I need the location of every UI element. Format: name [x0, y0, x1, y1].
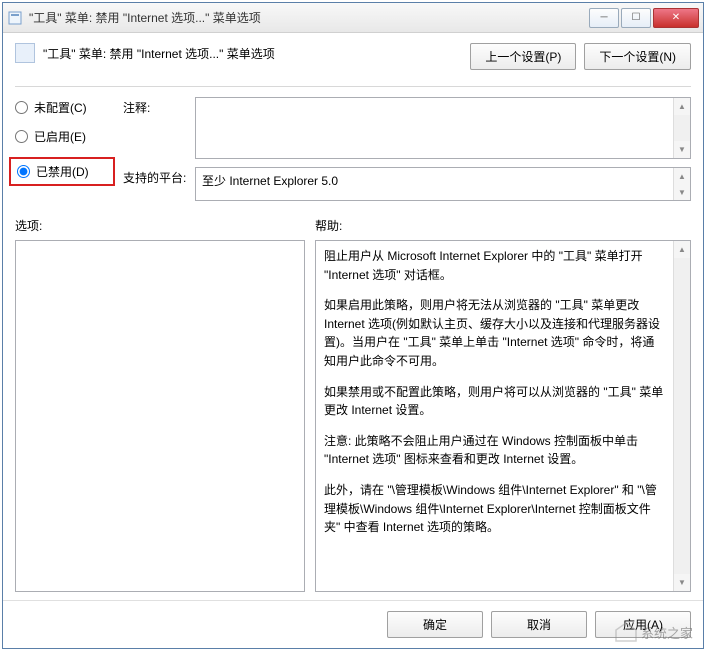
help-panel-col: 帮助: 阻止用户从 Microsoft Internet Explorer 中的…	[315, 217, 691, 592]
help-panel: 阻止用户从 Microsoft Internet Explorer 中的 "工具…	[315, 240, 691, 592]
lower-area: 选项: 帮助: 阻止用户从 Microsoft Internet Explore…	[15, 217, 691, 592]
close-button[interactable]: ✕	[653, 8, 699, 28]
scroll-down-icon[interactable]: ▼	[674, 141, 690, 158]
radio-disabled-label: 已禁用(D)	[36, 163, 89, 180]
help-label: 帮助:	[315, 217, 691, 234]
options-panel	[15, 240, 305, 592]
window-title: "工具" 菜单: 禁用 "Internet 选项..." 菜单选项	[29, 9, 587, 26]
radio-enabled-label: 已启用(E)	[34, 128, 86, 145]
scroll-down-icon[interactable]: ▼	[674, 574, 690, 591]
help-content: 阻止用户从 Microsoft Internet Explorer 中的 "工具…	[316, 241, 673, 591]
titlebar: "工具" 菜单: 禁用 "Internet 选项..." 菜单选项 ─ ☐ ✕	[3, 3, 703, 33]
radio-enabled-input[interactable]	[15, 130, 28, 143]
prev-setting-button[interactable]: 上一个设置(P)	[470, 43, 576, 70]
dialog-window: "工具" 菜单: 禁用 "Internet 选项..." 菜单选项 ─ ☐ ✕ …	[2, 2, 704, 649]
fields-column: 注释: ▲ ▼ 支持的平台: 至少 Internet Explorer 5.0	[123, 97, 691, 201]
header-row: "工具" 菜单: 禁用 "Internet 选项..." 菜单选项 上一个设置(…	[15, 43, 691, 70]
radio-disabled-input[interactable]	[17, 165, 30, 178]
window-controls: ─ ☐ ✕	[587, 8, 699, 28]
platform-row: 支持的平台: 至少 Internet Explorer 5.0 ▲ ▼	[123, 167, 691, 201]
help-p3: 如果禁用或不配置此策略，则用户将可以从浏览器的 "工具" 菜单更改 Intern…	[324, 383, 665, 420]
policy-icon	[15, 43, 35, 63]
platform-box: 至少 Internet Explorer 5.0 ▲ ▼	[195, 167, 691, 201]
platform-scrollbar[interactable]: ▲ ▼	[673, 168, 690, 200]
comment-textarea[interactable]: ▲ ▼	[195, 97, 691, 159]
policy-title: "工具" 菜单: 禁用 "Internet 选项..." 菜单选项	[43, 43, 470, 62]
radio-disabled[interactable]: 已禁用(D)	[17, 163, 107, 180]
radio-not-configured[interactable]: 未配置(C)	[15, 99, 113, 116]
nav-buttons: 上一个设置(P) 下一个设置(N)	[470, 43, 691, 70]
highlight-box: 已禁用(D)	[9, 157, 115, 186]
help-p4: 注意: 此策略不会阻止用户通过在 Windows 控制面板中单击 "Intern…	[324, 432, 665, 469]
maximize-button[interactable]: ☐	[621, 8, 651, 28]
help-p5: 此外，请在 "\管理模板\Windows 组件\Internet Explore…	[324, 481, 665, 537]
radio-enabled[interactable]: 已启用(E)	[15, 128, 113, 145]
scroll-up-icon[interactable]: ▲	[674, 98, 690, 115]
help-p2: 如果启用此策略，则用户将无法从浏览器的 "工具" 菜单更改 Internet 选…	[324, 296, 665, 370]
cancel-button[interactable]: 取消	[491, 611, 587, 638]
app-icon	[7, 10, 23, 26]
platform-label: 支持的平台:	[123, 167, 187, 186]
comment-row: 注释: ▲ ▼	[123, 97, 691, 159]
ok-button[interactable]: 确定	[387, 611, 483, 638]
options-panel-col: 选项:	[15, 217, 305, 592]
apply-button[interactable]: 应用(A)	[595, 611, 691, 638]
separator	[15, 86, 691, 87]
config-area: 未配置(C) 已启用(E) 已禁用(D) 注释:	[15, 97, 691, 201]
comment-scrollbar[interactable]: ▲ ▼	[673, 98, 690, 158]
next-setting-button[interactable]: 下一个设置(N)	[584, 43, 691, 70]
help-p1: 阻止用户从 Microsoft Internet Explorer 中的 "工具…	[324, 247, 665, 284]
scroll-up-icon[interactable]: ▲	[674, 168, 690, 184]
scroll-up-icon[interactable]: ▲	[674, 241, 690, 258]
options-label: 选项:	[15, 217, 305, 234]
platform-value: 至少 Internet Explorer 5.0	[202, 174, 338, 188]
scroll-down-icon[interactable]: ▼	[674, 184, 690, 200]
radio-not-configured-label: 未配置(C)	[34, 99, 87, 116]
minimize-button[interactable]: ─	[589, 8, 619, 28]
content-area: "工具" 菜单: 禁用 "Internet 选项..." 菜单选项 上一个设置(…	[3, 33, 703, 600]
help-scrollbar[interactable]: ▲ ▼	[673, 241, 690, 591]
footer: 确定 取消 应用(A) 系统之家	[3, 600, 703, 648]
radio-not-configured-input[interactable]	[15, 101, 28, 114]
radio-group: 未配置(C) 已启用(E) 已禁用(D)	[15, 97, 113, 201]
comment-label: 注释:	[123, 97, 187, 116]
